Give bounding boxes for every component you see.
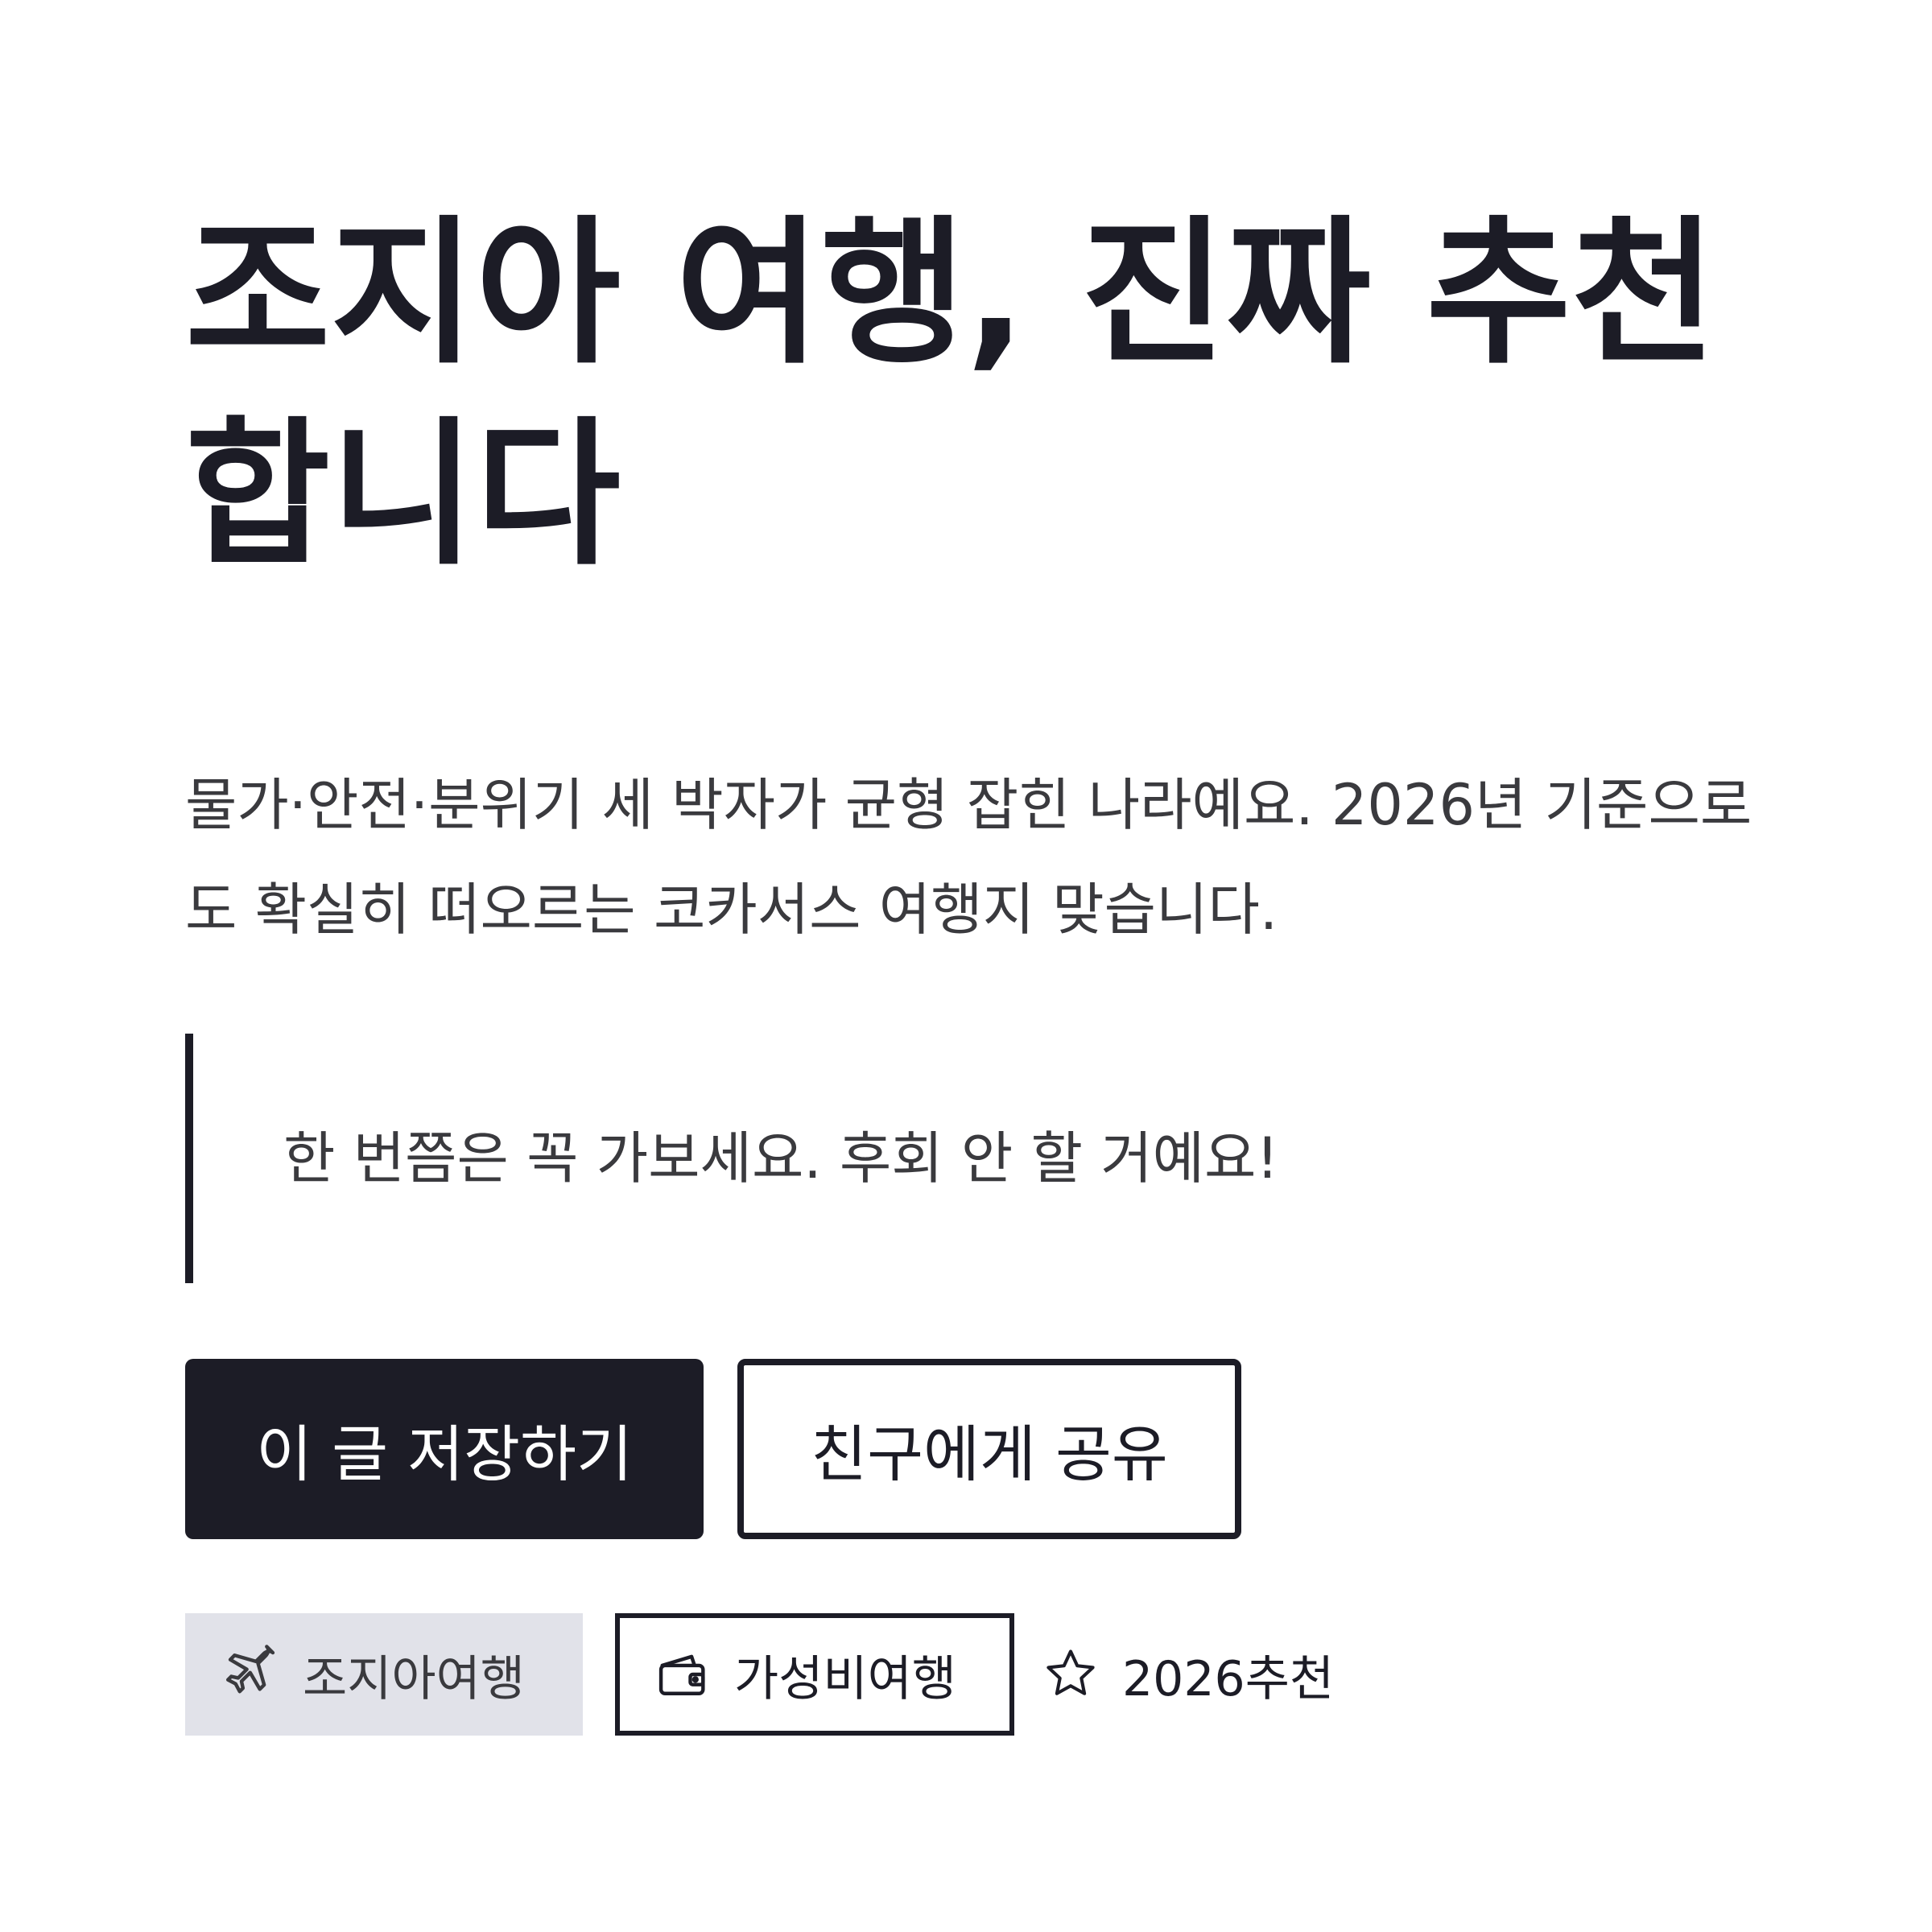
blockquote: 한 번쯤은 꼭 가보세요. 후회 안 할 거예요! <box>185 1034 1715 1283</box>
page-title: 조지아 여행, 진짜 추천합니다 <box>185 202 1717 587</box>
tag-label: 2026추천 <box>1122 1650 1335 1707</box>
tag-georgia-travel[interactable]: 조지아여행 <box>185 1613 583 1736</box>
wallet-icon <box>652 1644 713 1705</box>
airplane-icon <box>221 1644 282 1705</box>
share-button[interactable]: 친구에게 공유 <box>737 1359 1241 1539</box>
tag-budget-travel[interactable]: 가성비여행 <box>615 1613 1014 1736</box>
article-description: 물가·안전·분위기 세 박자가 균형 잡힌 나라예요. 2026년 기준으로도 … <box>185 772 1752 943</box>
quote-text: 한 번쯤은 꼭 가보세요. 후회 안 할 거예요! <box>283 1125 1279 1191</box>
tag-label: 조지아여행 <box>303 1650 525 1707</box>
tag-label: 가성비여행 <box>734 1650 956 1707</box>
save-article-button[interactable]: 이 글 저장하기 <box>185 1359 704 1539</box>
star-icon <box>1040 1644 1101 1705</box>
tag-2026-recommended[interactable]: 2026추천 <box>1040 1613 1378 1736</box>
